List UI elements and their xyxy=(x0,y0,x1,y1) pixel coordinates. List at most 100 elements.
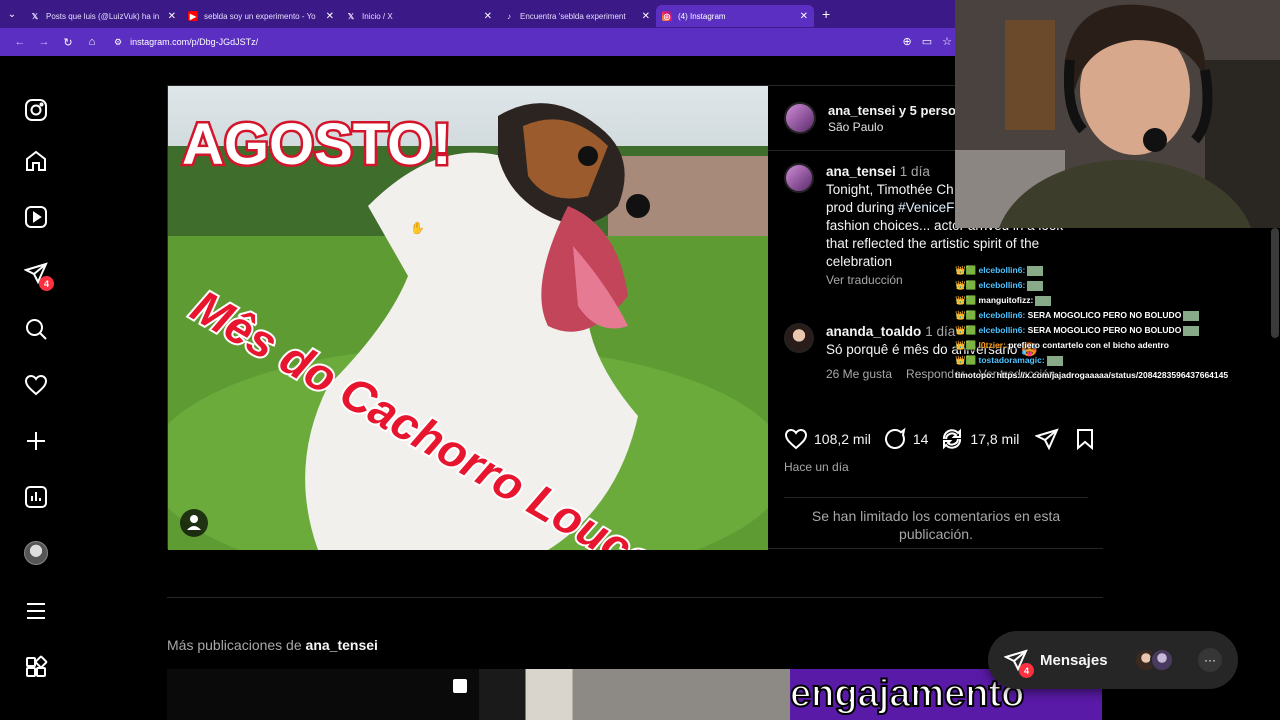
chat-username: manguitofizz: xyxy=(978,295,1034,305)
tab-title: Encuentra 'seblda experiment xyxy=(520,11,626,21)
chat-line: 👑🟩 l0tzier: prefiero contartelo con el b… xyxy=(955,340,1169,350)
avatar[interactable] xyxy=(784,163,814,193)
tab-list-menu-icon[interactable]: ⌄ xyxy=(0,0,24,28)
image-text-top: AGOSTO! xyxy=(182,112,452,177)
more-posts-heading: Más publicaciones de ana_tensei xyxy=(167,637,378,653)
profile-avatar-icon[interactable] xyxy=(24,541,48,565)
chat-line: 👑🟩 elcebollin6: SERA MOGOLICO PERO NO BO… xyxy=(955,308,1275,323)
messages-icon: 4 xyxy=(1003,648,1034,678)
browser-tab-active[interactable]: ◎ (4) Instagram ✕ xyxy=(656,5,814,27)
browser-tab[interactable]: ♪ Encuentra 'seblda experiment ✕ xyxy=(498,5,656,27)
chat-message: https://x.com/jajadrogaaaaa/status/20842… xyxy=(996,370,1229,380)
chat-username: elcebollin6: xyxy=(978,310,1026,320)
reposts-count: 17,8 mil xyxy=(970,431,1020,447)
close-tab-icon[interactable]: ✕ xyxy=(484,11,492,22)
comment-time: 1 día xyxy=(925,324,956,339)
chat-username: tostadoramagic: xyxy=(978,355,1045,365)
recent-chats-avatars xyxy=(1134,648,1174,672)
cast-icon[interactable]: ▭ xyxy=(922,35,932,48)
post-thumbnail[interactable] xyxy=(167,669,479,720)
post-location[interactable]: São Paulo xyxy=(828,120,956,134)
more-posts-username[interactable]: ana_tensei xyxy=(306,637,378,653)
post-thumbnail[interactable] xyxy=(479,669,790,720)
tab-title: seblda soy un experimento - Yo xyxy=(204,11,316,21)
caption-time: 1 día xyxy=(899,164,930,179)
browser-tab-bar: ⌄ 𝕏 Posts que luis (@LuizVuk) ha in ✕ ▶ … xyxy=(0,0,960,28)
caption-username[interactable]: ana_tensei xyxy=(826,164,896,179)
browser-tab[interactable]: 𝕏 Posts que luis (@LuizVuk) ha in ✕ xyxy=(24,5,182,27)
more-apps-grid-icon[interactable] xyxy=(24,655,48,679)
browser-tab[interactable]: ▶ seblda soy un experimento - Yo ✕ xyxy=(182,5,340,27)
messages-icon[interactable]: 4 xyxy=(24,261,54,291)
home-icon[interactable] xyxy=(24,149,48,173)
tiktok-logo-icon: ♪ xyxy=(507,11,511,21)
emote-icon xyxy=(1046,355,1063,366)
instagram-sidebar: 4 xyxy=(0,58,72,720)
chat-message: SERA MOGOLICO PERO NO BOLUDO xyxy=(1027,310,1182,320)
url-field[interactable]: ⚙ instagram.com/p/Dbg-JGdJSTz/ xyxy=(114,37,258,48)
search-icon[interactable] xyxy=(24,317,48,341)
messages-widget[interactable]: 4 Mensajes ··· xyxy=(988,631,1238,689)
menu-hamburger-icon[interactable] xyxy=(24,599,48,623)
scrollbar[interactable] xyxy=(1271,228,1279,338)
x-logo-icon: 𝕏 xyxy=(347,11,355,21)
chat-username: timotopo: xyxy=(955,370,995,380)
chat-line: 👑🟩 elcebollin6: xyxy=(955,278,1275,293)
bookmark-star-icon[interactable]: ☆ xyxy=(942,35,952,48)
close-tab-icon[interactable]: ✕ xyxy=(326,11,334,22)
chat-username: l0tzier: xyxy=(978,340,1006,350)
share-send-icon[interactable] xyxy=(1035,427,1060,451)
more-options-icon[interactable]: ··· xyxy=(1198,648,1222,672)
chat-username: elcebollin6: xyxy=(978,265,1026,275)
stream-chat-overlay: 👑🟩 elcebollin6: 👑🟩 elcebollin6: 👑🟩 mangu… xyxy=(955,225,1275,383)
emote-icon xyxy=(1027,265,1044,276)
back-icon[interactable]: ← xyxy=(8,36,32,48)
avatar xyxy=(24,541,48,565)
comment-likes[interactable]: 26 Me gusta xyxy=(826,365,892,383)
webcam-overlay xyxy=(955,0,1280,228)
reels-icon[interactable] xyxy=(24,205,48,229)
avatar[interactable] xyxy=(784,323,814,353)
home-icon[interactable]: ⌂ xyxy=(80,36,104,48)
instagram-logo-icon[interactable] xyxy=(24,98,48,122)
mouse-cursor-icon: ✋ xyxy=(410,221,425,235)
instagram-logo-icon: ◎ xyxy=(662,11,672,21)
likes-count[interactable]: 108,2 mil xyxy=(814,431,871,447)
chat-username: elcebollin6: xyxy=(978,325,1026,335)
comment-username[interactable]: ananda_toaldo xyxy=(826,324,921,339)
dashboard-chart-icon[interactable] xyxy=(24,485,48,509)
site-info-icon[interactable]: ⚙ xyxy=(114,37,122,48)
comment-bubble-icon[interactable] xyxy=(883,427,907,451)
carousel-icon xyxy=(453,679,467,693)
emote-icon xyxy=(1183,325,1200,336)
more-posts-prefix: Más publicaciones de xyxy=(167,637,302,653)
close-tab-icon[interactable]: ✕ xyxy=(800,11,808,22)
browser-tab[interactable]: 𝕏 Inicio / X ✕ xyxy=(340,5,498,27)
chat-message: SERA MOGOLICO PERO NO BOLUDO xyxy=(1027,325,1182,335)
notifications-heart-icon[interactable] xyxy=(24,373,48,397)
messages-label: Mensajes xyxy=(1040,651,1108,669)
create-plus-icon[interactable] xyxy=(24,429,48,453)
post-timestamp[interactable]: Hace un día xyxy=(784,460,849,474)
new-tab-icon[interactable]: + xyxy=(822,6,830,22)
chat-message: prefiero contartelo con el bicho adentro xyxy=(1008,340,1169,350)
like-heart-icon[interactable] xyxy=(784,427,808,451)
repost-icon[interactable] xyxy=(940,427,964,451)
emote-icon xyxy=(1183,310,1200,321)
close-tab-icon[interactable]: ✕ xyxy=(168,11,176,22)
avatar[interactable] xyxy=(784,102,816,134)
zoom-icon[interactable]: ⊕ xyxy=(903,35,912,48)
reload-icon[interactable]: ↻ xyxy=(56,36,80,49)
close-tab-icon[interactable]: ✕ xyxy=(642,11,650,22)
youtube-logo-icon: ▶ xyxy=(188,11,198,21)
chat-line: 👑🟩 elcebollin6: xyxy=(955,263,1275,278)
forward-icon[interactable]: → xyxy=(32,36,56,48)
divider xyxy=(784,497,1088,498)
post-actions: 108,2 mil 14 17,8 mil xyxy=(784,427,1097,451)
chat-username: elcebollin6: xyxy=(978,280,1026,290)
save-bookmark-icon[interactable] xyxy=(1073,427,1097,451)
post-image[interactable]: AGOSTO! Mês do Cachorro Louco xyxy=(168,86,768,550)
thumbnail-text: engajamento xyxy=(790,672,1025,716)
post-author-name[interactable]: ana_tensei y 5 perso xyxy=(828,103,956,118)
chat-line: 👑🟩 manguitofizz: xyxy=(955,293,1275,308)
